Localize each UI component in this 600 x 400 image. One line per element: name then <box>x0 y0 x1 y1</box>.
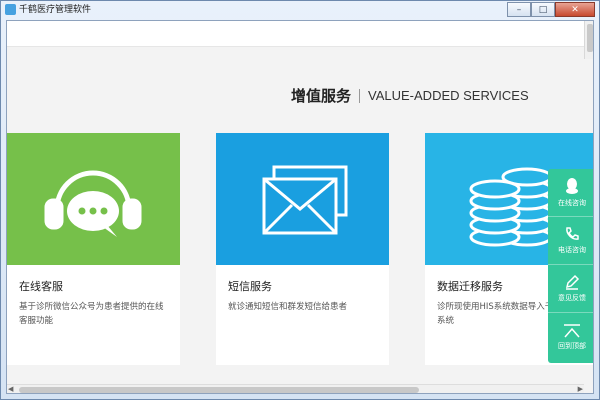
app-icon <box>5 4 16 15</box>
scroll-right-icon[interactable]: ▶ <box>578 385 583 393</box>
online-consult-button[interactable]: 在线咨询 <box>548 169 593 217</box>
heading-divider <box>359 88 361 103</box>
qq-penguin-icon <box>566 178 578 194</box>
service-card-online-support[interactable]: 在线客服 基于诊所微信公众号为患者提供的在线客服功能 <box>7 133 180 365</box>
card-description: 基于诊所微信公众号为患者提供的在线客服功能 <box>19 302 164 326</box>
section-heading: 增值服务 VALUE-ADDED SERVICES <box>291 85 529 106</box>
window-controls: – □ ✕ <box>507 2 595 17</box>
phone-icon <box>566 227 579 240</box>
card-title: 数据迁移服务 <box>437 280 503 293</box>
floating-contact-bar: 在线咨询 电话咨询 意见反馈 回到顶部 <box>548 169 593 363</box>
back-to-top-icon <box>564 323 580 337</box>
envelopes-icon <box>262 165 348 235</box>
title-bar[interactable]: 千鹤医疗管理软件 – □ ✕ <box>1 1 599 19</box>
feedback-label: 意见反馈 <box>558 294 586 302</box>
service-card-sms[interactable]: 短信服务 就诊通知短信和群发短信给患者 <box>216 133 389 365</box>
horizontal-scroll-thumb[interactable] <box>19 387 419 393</box>
close-button[interactable]: ✕ <box>555 2 595 17</box>
app-window: 千鹤医疗管理软件 – □ ✕ 增值服务 VALUE-ADDED SERVICES <box>0 0 600 400</box>
horizontal-scrollbar[interactable]: ◀ ▶ <box>7 384 584 393</box>
pencil-icon <box>565 274 580 290</box>
phone-consult-button[interactable]: 电话咨询 <box>548 217 593 265</box>
feedback-button[interactable]: 意见反馈 <box>548 265 593 313</box>
top-white-bar <box>7 21 584 47</box>
content-area: 增值服务 VALUE-ADDED SERVICES 在线客服 基于诊所微信公众号… <box>6 20 594 394</box>
minimize-button[interactable]: – <box>507 2 531 17</box>
scroll-left-icon[interactable]: ◀ <box>8 385 13 393</box>
card-description: 就诊通知短信和群发短信给患者 <box>228 302 348 312</box>
vertical-scrollbar[interactable] <box>584 21 593 59</box>
section-title-cn: 增值服务 <box>291 87 352 105</box>
vertical-scroll-thumb[interactable] <box>587 24 593 52</box>
card-banner <box>7 133 180 265</box>
card-title: 在线客服 <box>19 280 63 293</box>
maximize-button[interactable]: □ <box>531 2 555 17</box>
card-title: 短信服务 <box>228 280 272 293</box>
back-to-top-label: 回到顶部 <box>558 341 586 350</box>
online-consult-label: 在线咨询 <box>558 199 586 207</box>
section-title-en: VALUE-ADDED SERVICES <box>368 88 529 103</box>
headset-chat-icon <box>44 170 142 237</box>
window-title: 千鹤医疗管理软件 <box>19 5 92 15</box>
phone-consult-label: 电话咨询 <box>558 246 586 254</box>
back-to-top-button[interactable]: 回到顶部 <box>548 313 593 361</box>
card-banner <box>216 133 389 265</box>
